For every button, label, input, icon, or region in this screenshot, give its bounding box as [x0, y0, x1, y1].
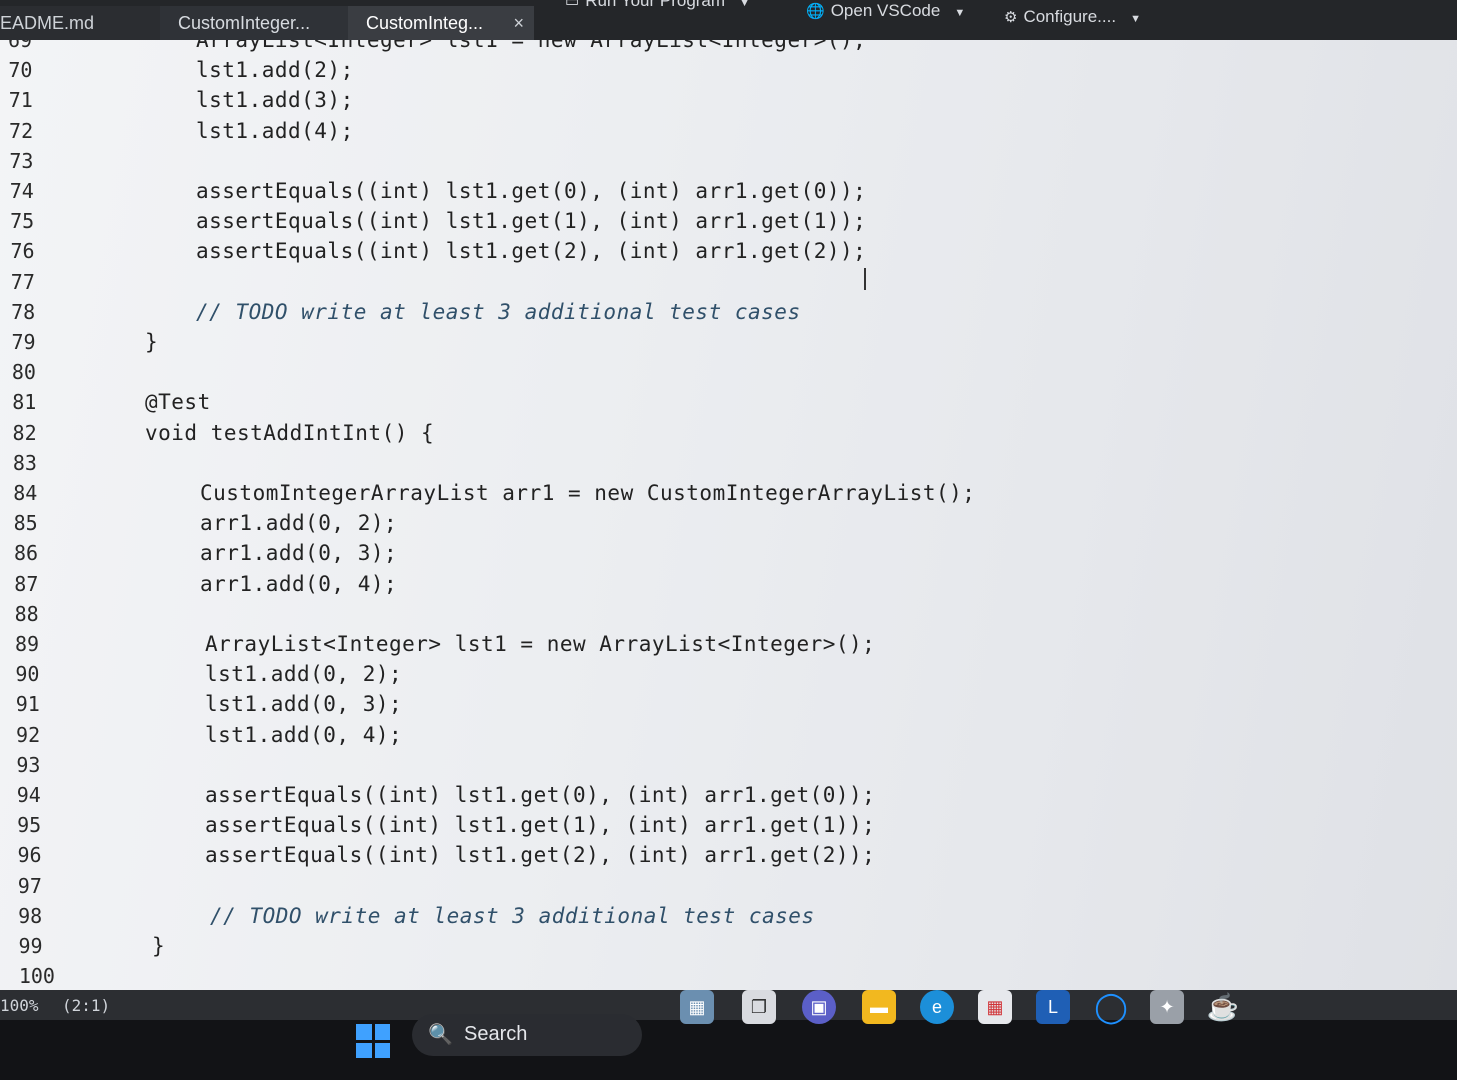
l-app-icon[interactable]: L	[1036, 990, 1070, 1024]
code-line[interactable]: }	[152, 934, 165, 958]
line-number: 97	[17, 873, 42, 898]
tab-readme[interactable]: EADME.md	[0, 6, 160, 40]
close-icon[interactable]: ×	[513, 6, 524, 40]
code-line[interactable]: assertEquals((int) lst1.get(0), (int) ar…	[196, 179, 866, 203]
chevron-down-icon: ▼	[954, 7, 966, 19]
line-number: 90	[15, 662, 40, 687]
store-icon[interactable]: ▦	[978, 990, 1012, 1024]
chat-icon[interactable]: ▣	[802, 990, 836, 1024]
line-number: 79	[11, 330, 36, 354]
line-number: 80	[11, 360, 36, 385]
line-number: 92	[16, 722, 41, 747]
line-number: 77	[10, 269, 35, 294]
title-bar: EADME.md CustomInteger... CustomInteg...…	[0, 0, 1457, 40]
text-cursor	[864, 268, 866, 290]
line-number: 86	[13, 541, 39, 566]
line-number: 71	[8, 88, 33, 113]
code-line[interactable]: arr1.add(0, 3);	[200, 541, 397, 565]
monitor-icon: ▭	[565, 0, 580, 10]
code-line[interactable]: assertEquals((int) lst1.get(2), (int) ar…	[196, 239, 866, 263]
code-editor[interactable]: 69 70 71 72 73 74 75 76 77 78 79 80 81 82 83 84 85 86 87 88…	[0, 40, 1457, 990]
line-number: 99	[18, 934, 43, 958]
line-number: 78	[11, 299, 36, 324]
line-number: 69	[8, 40, 33, 52]
line-number: 73	[9, 148, 34, 173]
chevron-down-icon: ▼	[739, 0, 750, 9]
line-number: 87	[14, 571, 39, 596]
code-line[interactable]: arr1.add(0, 2);	[200, 511, 397, 535]
run-label: Run Your Program	[585, 0, 726, 10]
open-vscode-label: Open VSCode	[830, 1, 941, 20]
line-number: 94	[16, 783, 41, 807]
cortana-icon[interactable]: ◯	[1094, 990, 1128, 1024]
code-line[interactable]: @Test	[145, 390, 211, 414]
search-label: Search	[464, 1023, 528, 1045]
line-number: 96	[17, 843, 42, 868]
code-line[interactable]: lst1.add(0, 4);	[205, 723, 402, 747]
gear-icon: ⚙	[1004, 9, 1018, 26]
code-line[interactable]: lst1.add(0, 3);	[205, 692, 402, 716]
run-program-button[interactable]: ▭ Run Your Program ▼	[565, 0, 750, 26]
line-number: 91	[15, 692, 40, 717]
configure-label: Configure....	[1023, 7, 1117, 26]
code-line[interactable]: CustomIntegerArrayList arr1 = new Custom…	[200, 481, 975, 505]
task-view-icon[interactable]: ❐	[742, 990, 776, 1024]
line-number: 74	[9, 179, 34, 203]
line-number: 98	[18, 903, 43, 928]
tab-label: CustomInteger...	[178, 13, 311, 33]
chevron-down-icon: ▼	[1130, 13, 1141, 25]
code-line[interactable]: arr1.add(0, 4);	[200, 572, 397, 596]
open-vscode-button[interactable]: 🌐 Open VSCode ▼	[806, 0, 965, 36]
tab-custominteger-active[interactable]: CustomInteg... ×	[348, 6, 534, 40]
tab-label: EADME.md	[0, 13, 95, 33]
search-icon: 🔍	[428, 1024, 453, 1046]
line-number: 70	[8, 58, 33, 83]
code-line[interactable]: assertEquals((int) lst1.get(1), (int) ar…	[196, 209, 866, 233]
code-line[interactable]: }	[145, 330, 158, 354]
code-line[interactable]: assertEquals((int) lst1.get(0), (int) ar…	[205, 783, 875, 807]
code-line[interactable]: ArrayList<Integer> lst1 = new ArrayList<…	[196, 40, 866, 52]
configure-button[interactable]: ⚙ Configure.... ▼	[1004, 6, 1141, 42]
taskbar	[0, 1020, 1457, 1080]
code-line[interactable]: lst1.add(3);	[196, 88, 354, 112]
code-line[interactable]: lst1.add(4);	[196, 119, 354, 143]
line-number: 84	[13, 481, 38, 505]
network-app-icon[interactable]: ✦	[1150, 990, 1184, 1024]
tab-custominteger-1[interactable]: CustomInteger...	[160, 6, 348, 40]
code-line[interactable]: lst1.add(2);	[196, 58, 354, 82]
line-number: 95	[17, 813, 42, 838]
line-number: 81	[12, 390, 37, 415]
line-number: 76	[10, 239, 35, 264]
java-icon[interactable]: ☕	[1206, 990, 1240, 1024]
line-number: 82	[12, 420, 37, 445]
windows-start-icon[interactable]	[356, 1024, 390, 1058]
code-line[interactable]: void testAddIntInt() {	[145, 421, 434, 445]
line-number: 89	[15, 632, 40, 656]
line-number: 83	[12, 450, 37, 475]
folder-icon[interactable]: ▬	[862, 990, 896, 1024]
line-number: 93	[16, 752, 41, 777]
line-number: 72	[9, 118, 34, 143]
code-line[interactable]: ArrayList<Integer> lst1 = new ArrayList<…	[205, 632, 875, 656]
code-line[interactable]: lst1.add(0, 2);	[205, 662, 402, 686]
line-number: 85	[13, 511, 38, 536]
code-line[interactable]: // TODO write at least 3 additional test…	[196, 300, 801, 324]
cursor-position: (2:1)	[62, 996, 111, 1015]
globe-icon: 🌐	[806, 3, 825, 20]
code-line[interactable]: // TODO write at least 3 additional test…	[210, 904, 815, 928]
tab-label: CustomInteg...	[366, 13, 484, 33]
zoom-level[interactable]: 100%	[0, 996, 39, 1015]
line-number: 100	[18, 964, 55, 989]
file-explorer-icon[interactable]: ▦	[680, 990, 714, 1024]
code-line[interactable]: assertEquals((int) lst1.get(2), (int) ar…	[205, 843, 875, 867]
taskbar-search[interactable]: 🔍 Search	[412, 1014, 642, 1056]
line-number: 75	[10, 209, 35, 234]
code-line[interactable]: assertEquals((int) lst1.get(1), (int) ar…	[205, 813, 875, 837]
edge-icon[interactable]: e	[920, 990, 954, 1024]
line-number: 88	[14, 601, 39, 626]
